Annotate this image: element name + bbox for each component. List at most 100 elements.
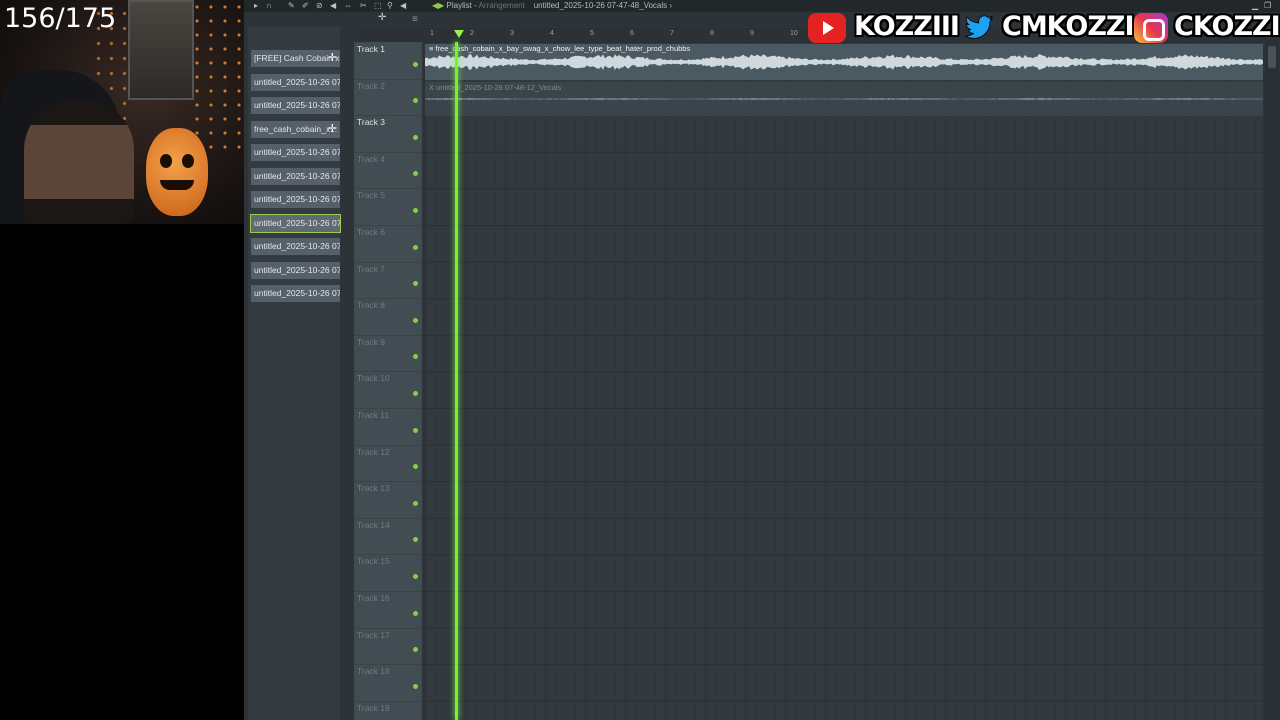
pumpkin-decoration xyxy=(146,128,208,216)
ruler-tick: 5 xyxy=(590,30,594,37)
track-headers: Track 1 Track 2 Track 3 Track 4 Track 5 Track… xyxy=(354,42,422,720)
track-header[interactable]: Track 2 xyxy=(354,79,422,117)
pattern-item-label: untitled_2025-10-26 07-... xyxy=(254,194,340,204)
scroll-thumb[interactable] xyxy=(1268,46,1276,68)
pattern-item[interactable]: untitled_2025-10-26 07-... xyxy=(251,261,340,279)
track-header[interactable]: Track 11 xyxy=(354,408,422,446)
select-icon[interactable]: ⬚ xyxy=(374,0,382,12)
play-icon: ◀▶ xyxy=(432,1,445,10)
track-name: Track 8 xyxy=(357,300,386,311)
track-active-led[interactable] xyxy=(413,427,418,433)
track-header[interactable]: Track 1 xyxy=(354,42,422,80)
track-name: Track 10 xyxy=(357,373,390,384)
ruler-tick: 7 xyxy=(670,30,674,37)
pattern-item[interactable]: untitled_2025-10-26 07-... xyxy=(251,191,340,208)
track-active-led[interactable] xyxy=(413,683,418,689)
add-icon[interactable]: ✛ xyxy=(328,50,337,67)
track-header[interactable]: Track 12 xyxy=(354,445,422,483)
delete-icon[interactable]: ⊘ xyxy=(316,0,323,12)
ruler-tick: 3 xyxy=(510,30,514,37)
track-header[interactable]: Track 4 xyxy=(354,152,422,190)
streamer xyxy=(24,100,134,224)
track-active-led[interactable] xyxy=(413,281,418,287)
pattern-item-label: untitled_2025-10-26 07-... xyxy=(254,264,340,275)
audio-clip-beat[interactable]: ≡ free_cash_cobain_x_bay_swag_x_chow_lee… xyxy=(425,44,1263,80)
track-active-led[interactable] xyxy=(413,647,418,653)
arrow-icon[interactable]: ▸ xyxy=(254,0,258,12)
ruler-tick: 8 xyxy=(710,30,714,37)
playhead-marker[interactable] xyxy=(454,30,464,38)
string-lights xyxy=(190,0,244,150)
pattern-item[interactable]: untitled_2025-10-26 07-... xyxy=(251,167,340,185)
pattern-item[interactable]: [FREE] Cash Cobain x... ✛ xyxy=(251,50,340,67)
track-header[interactable]: Track 3 xyxy=(354,115,422,153)
pattern-item[interactable]: untitled_2025-10-26 07-... xyxy=(251,238,340,255)
mute-icon[interactable]: ◀ xyxy=(330,0,336,12)
track-header[interactable]: Track 18 xyxy=(354,664,422,702)
track-name: Track 12 xyxy=(357,446,390,457)
pattern-item[interactable]: untitled_2025-10-26 07-... xyxy=(251,144,340,161)
ruler-tick: 4 xyxy=(550,30,554,37)
track-name: Track 2 xyxy=(357,80,386,91)
track-header[interactable]: Track 16 xyxy=(354,591,422,629)
track-header[interactable]: Track 13 xyxy=(354,481,422,519)
pattern-item[interactable]: untitled_2025-10-26 07-... xyxy=(251,73,340,91)
track-header[interactable]: Track 7 xyxy=(354,262,422,300)
pattern-item[interactable]: untitled_2025-10-26 07-... xyxy=(251,285,340,302)
track-header[interactable]: Track 17 xyxy=(354,628,422,666)
playlist-title: ◀▶ Playlist - Arrangement untitled_2025-… xyxy=(432,1,673,10)
snap-icon[interactable]: ≡ xyxy=(412,14,418,25)
social-banner: KOZZIII CMKOZZI CKOZZI xyxy=(806,11,1280,45)
track-active-led[interactable] xyxy=(413,317,418,323)
track-header[interactable]: Track 10 xyxy=(354,371,422,409)
track-active-led[interactable] xyxy=(413,171,418,177)
track-active-led[interactable] xyxy=(413,573,418,579)
pattern-item-label: untitled_2025-10-26 07-... xyxy=(254,76,340,87)
track-active-led[interactable] xyxy=(413,354,418,360)
twitter-handle: CMKOZZI xyxy=(1002,11,1135,42)
move-icon[interactable]: ✛ xyxy=(378,12,386,23)
slice-icon[interactable]: ✂ xyxy=(360,0,367,12)
track-active-led[interactable] xyxy=(413,537,418,543)
track-header[interactable]: Track 19 xyxy=(354,701,422,720)
track-active-led[interactable] xyxy=(413,464,418,470)
track-active-led[interactable] xyxy=(413,390,418,396)
pattern-item[interactable]: free_cash_cobain_x... ✛ xyxy=(251,120,340,138)
pencil-icon[interactable]: ✎ xyxy=(288,0,295,12)
track-name: Track 4 xyxy=(357,153,386,164)
track-active-led[interactable] xyxy=(413,500,418,506)
pattern-item[interactable]: untitled_2025-10-26 07-... xyxy=(251,97,340,114)
instagram-handle: CKOZZI xyxy=(1174,11,1280,42)
track-name: Track 18 xyxy=(357,666,390,677)
magnet-icon[interactable]: ∩ xyxy=(266,0,272,12)
brush-icon[interactable]: ✐ xyxy=(302,0,309,12)
track-header[interactable]: Track 5 xyxy=(354,188,422,226)
track-name: Track 5 xyxy=(357,190,386,201)
track-active-led[interactable] xyxy=(413,610,418,616)
playhead[interactable] xyxy=(455,42,458,720)
track-header[interactable]: Track 9 xyxy=(354,335,422,373)
pattern-item[interactable]: untitled_2025-10-26 07-... xyxy=(250,213,341,233)
track-active-led[interactable] xyxy=(413,207,418,213)
vertical-scrollbar[interactable] xyxy=(1265,42,1279,720)
pattern-item-label: untitled_2025-10-26 07-... xyxy=(254,288,340,298)
pattern-item-label: untitled_2025-10-26 07-... xyxy=(254,147,340,157)
audio-clip-vocals[interactable]: X untitled_2025-10-26 07-48-12_Vocals xyxy=(425,82,1263,116)
playlist-grid[interactable]: ≡ free_cash_cobain_x_bay_swag_x_chow_lee… xyxy=(425,42,1263,720)
track-active-led[interactable] xyxy=(413,61,418,67)
track-active-led[interactable] xyxy=(413,134,418,140)
slip-icon[interactable]: ⇔ xyxy=(344,0,352,12)
track-header[interactable]: Track 15 xyxy=(354,554,422,592)
playback-icon[interactable]: ◀ xyxy=(400,0,406,12)
fl-studio-window: ▸ ∩ ✎ ✐ ⊘ ◀ ⇔ ✂ ⬚ ⚲ ◀ ◀▶ Playlist - Arra… xyxy=(244,0,1280,720)
youtube-icon xyxy=(808,13,846,43)
add-icon[interactable]: ✛ xyxy=(328,121,337,138)
track-active-led[interactable] xyxy=(413,98,418,104)
ruler-tick: 1 xyxy=(430,30,434,37)
pattern-item-label: untitled_2025-10-26 07-... xyxy=(254,241,340,251)
track-header[interactable]: Track 14 xyxy=(354,518,422,556)
track-header[interactable]: Track 6 xyxy=(354,225,422,263)
track-active-led[interactable] xyxy=(413,244,418,250)
track-header[interactable]: Track 8 xyxy=(354,298,422,336)
zoom-icon[interactable]: ⚲ xyxy=(387,0,393,12)
